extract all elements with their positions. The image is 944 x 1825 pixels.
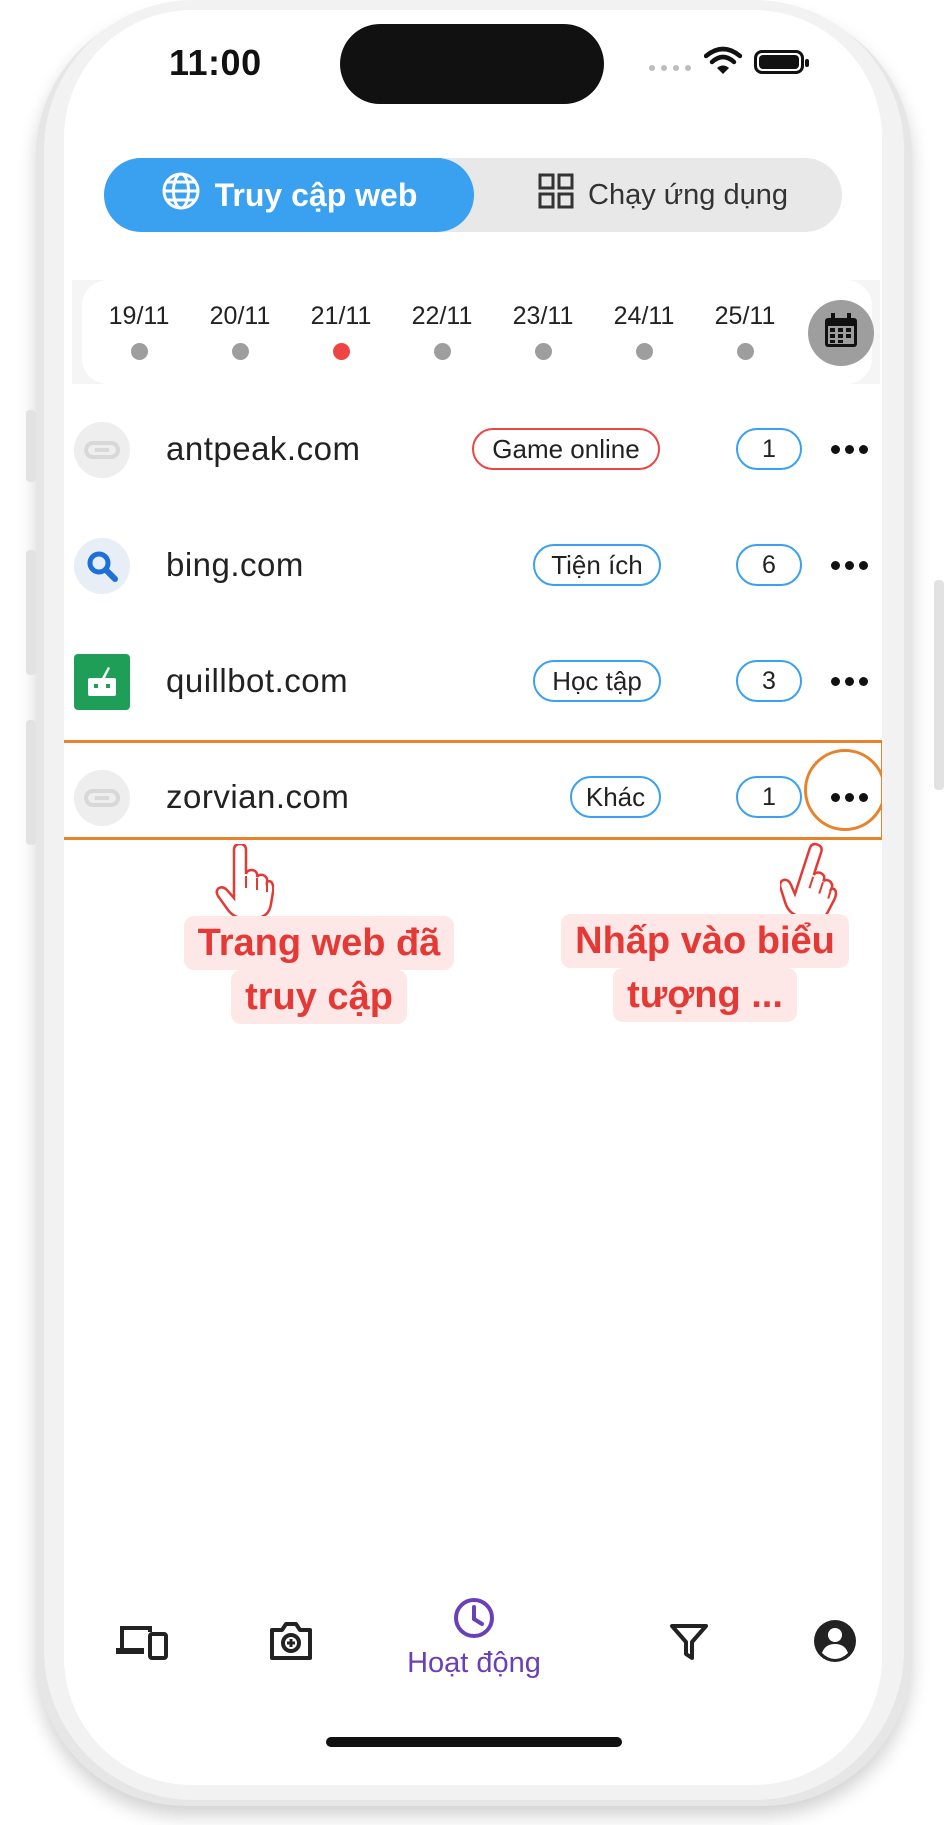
wifi-icon xyxy=(703,46,743,81)
home-indicator[interactable] xyxy=(326,1737,622,1747)
apps-grid-icon xyxy=(538,173,574,217)
date-selector: 19/11 20/11 21/11 22/11 23/11 24/11 25/1… xyxy=(82,280,874,384)
category-tag[interactable]: Tiện ích xyxy=(533,544,661,586)
bottom-navigation: Hoạt động xyxy=(64,1578,882,1718)
site-domain: zorvian.com xyxy=(166,778,350,815)
nav-camera[interactable] xyxy=(236,1618,346,1667)
callout-line: Trang web đã xyxy=(183,916,455,970)
site-row[interactable]: quillbot.com Học tập 3 xyxy=(64,634,882,730)
date-item[interactable]: 21/11 xyxy=(296,302,386,360)
phone-side-button xyxy=(934,580,944,790)
camera-icon xyxy=(268,1618,314,1667)
date-dot xyxy=(635,343,653,360)
tab-web-access-label: Truy cập web xyxy=(214,176,418,213)
tab-run-apps-label: Chạy ứng dụng xyxy=(588,178,788,211)
more-options-button[interactable] xyxy=(824,660,874,702)
date-dot xyxy=(534,343,552,360)
link-icon xyxy=(74,770,130,826)
date-item[interactable]: 23/11 xyxy=(498,302,588,360)
date-label: 20/11 xyxy=(209,302,271,330)
category-tag[interactable]: Khác xyxy=(570,776,661,818)
calendar-icon xyxy=(821,311,861,356)
phone-side-button xyxy=(26,720,36,845)
phone-side-button xyxy=(26,550,36,675)
visit-count-badge: 3 xyxy=(736,660,802,702)
mode-tabs: Truy cập web Chạy ứng dụng xyxy=(104,158,842,232)
clock-icon xyxy=(452,1596,496,1645)
search-icon xyxy=(74,538,130,594)
date-item[interactable]: 25/11 xyxy=(700,302,790,360)
calendar-button[interactable] xyxy=(808,300,874,366)
nav-activity[interactable]: Hoạt động xyxy=(404,1596,544,1680)
date-item[interactable]: 20/11 xyxy=(195,302,285,360)
category-tag[interactable]: Học tập xyxy=(533,660,661,702)
tab-run-apps[interactable]: Chạy ứng dụng xyxy=(484,158,842,232)
date-item[interactable]: 22/11 xyxy=(397,302,487,360)
more-options-button[interactable] xyxy=(824,544,874,586)
date-label: 21/11 xyxy=(310,302,372,330)
nav-account[interactable] xyxy=(780,1618,882,1669)
nav-filter[interactable] xyxy=(634,1622,744,1667)
phone-screen: 11:00 Truy cập web Chạy ứng dụng 19/11 2… xyxy=(64,10,882,1785)
more-options-highlight-circle xyxy=(804,749,882,831)
dynamic-island xyxy=(340,24,604,104)
date-label: 22/11 xyxy=(411,302,473,330)
callout-line: truy cập xyxy=(231,970,407,1024)
site-row[interactable]: zorvian.com Khác 1 xyxy=(64,750,882,846)
nav-devices[interactable] xyxy=(86,1622,196,1667)
category-tag[interactable]: Game online xyxy=(472,428,660,470)
visit-count-badge: 1 xyxy=(736,776,802,818)
date-item[interactable]: 24/11 xyxy=(599,302,689,360)
phone-side-button xyxy=(26,410,36,482)
date-label: 25/11 xyxy=(714,302,776,330)
signal-icon xyxy=(649,65,691,71)
filter-icon xyxy=(669,1622,709,1667)
link-icon xyxy=(74,422,130,478)
site-row[interactable]: antpeak.com Game online 1 xyxy=(64,402,882,498)
globe-icon xyxy=(161,171,201,219)
date-label: 23/11 xyxy=(512,302,574,330)
date-label: 24/11 xyxy=(613,302,675,330)
more-options-button[interactable] xyxy=(824,428,874,470)
date-dot xyxy=(736,343,754,360)
date-strip: 19/11 20/11 21/11 22/11 23/11 24/11 25/1… xyxy=(72,280,880,384)
site-domain: quillbot.com xyxy=(166,662,349,699)
site-domain: antpeak.com xyxy=(166,430,361,467)
visit-count-badge: 6 xyxy=(736,544,802,586)
battery-icon xyxy=(754,50,809,74)
date-item[interactable]: 19/11 xyxy=(94,302,184,360)
date-label: 19/11 xyxy=(108,302,170,330)
account-icon xyxy=(812,1618,858,1669)
callout-click-icon: Nhấp vào biểu tượng ... xyxy=(550,906,860,1030)
site-domain: bing.com xyxy=(166,546,304,583)
callout-line: tượng ... xyxy=(613,968,797,1022)
nav-activity-label: Hoạt động xyxy=(407,1647,541,1679)
callout-line: Nhấp vào biểu xyxy=(561,914,849,968)
site-row[interactable]: bing.com Tiện ích 6 xyxy=(64,518,882,614)
date-dot xyxy=(433,343,451,360)
callout-visited-sites: Trang web đã truy cập xyxy=(178,908,460,1032)
date-dot-active xyxy=(332,343,350,360)
devices-icon xyxy=(114,1622,168,1667)
tab-web-access[interactable]: Truy cập web xyxy=(104,158,474,232)
date-dot xyxy=(231,343,249,360)
quillbot-logo-icon xyxy=(74,654,130,710)
date-dot xyxy=(130,343,148,360)
status-time: 11:00 xyxy=(169,42,262,83)
visit-count-badge: 1 xyxy=(736,428,802,470)
